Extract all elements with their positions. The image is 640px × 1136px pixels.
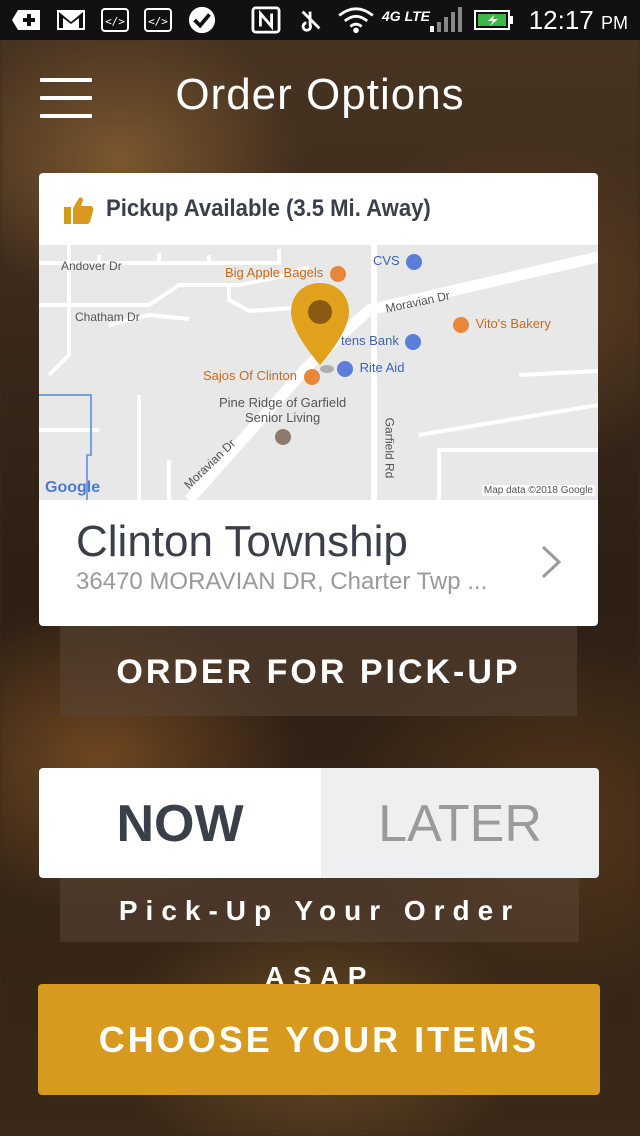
check-icon: [188, 6, 216, 34]
google-logo: Google: [45, 479, 101, 496]
plus-icon: [12, 10, 40, 30]
poi-label: Senior Living: [245, 410, 321, 425]
poi-vitos-bakery[interactable]: Vito's Bakery: [453, 316, 551, 333]
mute-icon: [301, 10, 321, 32]
network-indicator: 4G LTE: [382, 8, 430, 24]
page-title: Order Options: [175, 70, 465, 119]
chevron-right-icon: [541, 545, 562, 579]
street-label: Andover Dr: [61, 259, 122, 273]
timing-toggle: NOW LATER: [39, 768, 599, 878]
location-card: Pickup Available (3.5 Mi. Away) Andover …: [39, 173, 598, 626]
choose-your-items-button[interactable]: CHOOSE YOUR ITEMS: [38, 984, 600, 1095]
poi-label: Rite Aid: [359, 360, 405, 375]
signal-icon: [430, 7, 462, 32]
poi-citizens-bank[interactable]: tens Bank: [341, 333, 422, 350]
map-pin-icon: [291, 283, 349, 373]
battery-icon: [474, 10, 513, 30]
location-name: Clinton Township: [76, 517, 408, 566]
timing-description: Pick-Up Your Order ASAP: [60, 878, 579, 992]
poi-label: CVS: [373, 253, 400, 268]
status-bar: </> </> 4G LTE 12:17 PM: [0, 0, 640, 40]
poi-label: Sajos Of Clinton: [203, 368, 297, 383]
code-icon: </>: [144, 8, 172, 32]
poi-pine-ridge[interactable]: Pine Ridge of Garfield Senior Living: [219, 395, 346, 448]
street-label: Chatham Dr: [75, 310, 140, 324]
clock-time: 12:17: [528, 5, 594, 35]
header: Order Options: [0, 40, 640, 150]
restaurant-icon: [329, 265, 346, 282]
location-selector[interactable]: Clinton Township 36470 MORAVIAN DR, Char…: [39, 500, 598, 626]
restaurant-icon: [453, 316, 469, 333]
pickup-text: Pickup Available (3.5 Mi. Away): [106, 195, 431, 222]
poi-label: Big Apple Bagels: [225, 265, 324, 280]
street-label: Garfield Rd: [382, 417, 397, 479]
clock: 12:17 PM: [529, 5, 628, 36]
shopping-icon: [406, 253, 423, 270]
now-option[interactable]: NOW: [39, 768, 321, 878]
gmail-icon: [57, 10, 85, 30]
nfc-icon: [251, 6, 281, 34]
pickup-availability: Pickup Available (3.5 Mi. Away): [39, 173, 598, 245]
later-option[interactable]: LATER: [321, 768, 599, 878]
wifi-icon: [338, 7, 374, 34]
bank-icon: [405, 333, 422, 350]
poi-label: Vito's Bakery: [475, 316, 551, 331]
thumbs-up-icon: [64, 197, 94, 224]
poi-big-apple-bagels[interactable]: Big Apple Bagels: [225, 265, 346, 282]
location-address: 36470 MORAVIAN DR, Charter Twp ...: [76, 568, 488, 595]
map-attribution: Map data ©2018 Google: [481, 485, 595, 496]
code-icon: </>: [101, 8, 129, 32]
map[interactable]: Andover Dr Chatham Dr Moravian Dr Moravi…: [39, 245, 598, 500]
clock-ampm: PM: [601, 13, 628, 33]
order-for-pickup-button[interactable]: ORDER FOR PICK-UP: [60, 626, 577, 716]
svg-text:</>: </>: [148, 15, 168, 28]
place-icon: [274, 429, 291, 445]
svg-text:</>: </>: [105, 15, 125, 28]
poi-cvs[interactable]: CVS: [373, 253, 423, 270]
poi-label: Pine Ridge of Garfield: [219, 395, 347, 410]
